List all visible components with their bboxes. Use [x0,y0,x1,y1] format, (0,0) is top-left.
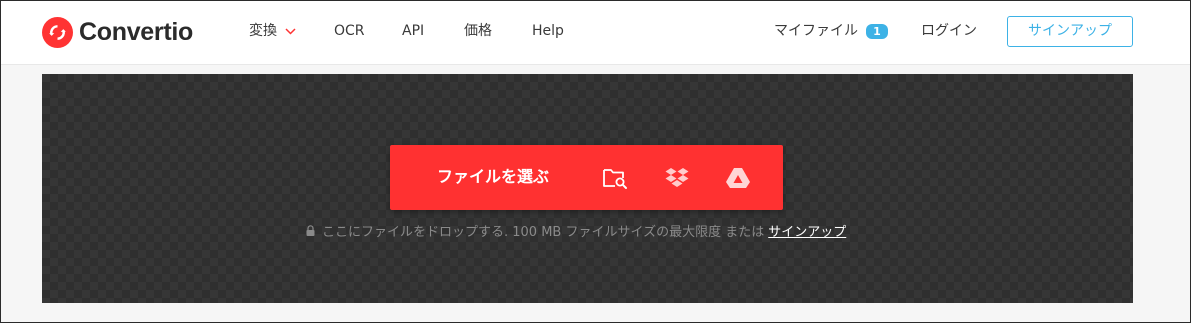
nav-help[interactable]: Help [532,21,564,41]
dropbox-icon[interactable] [664,165,690,191]
convertio-logo[interactable]: Convertio [42,16,193,48]
nav-api[interactable]: API [402,21,424,41]
folder-search-icon[interactable] [602,165,628,191]
login-link[interactable]: ログイン [921,21,977,41]
nav-ocr[interactable]: OCR [334,21,365,41]
choose-files-button[interactable]: ファイルを選ぶ [437,167,549,187]
brand-name: Convertio [79,17,193,46]
nav-pricing[interactable]: 価格 [464,21,492,41]
my-files-label: マイファイル [774,23,858,39]
drop-hint-text: ここにファイルをドロップする. 100 MB ファイルサイズの最大限度 または [322,225,765,240]
top-navbar: Convertio 変換 OCR API 価格 Help マイファイル 1 ログ… [1,1,1190,65]
my-files-count-badge: 1 [866,23,888,39]
hint-signup-link[interactable]: サインアップ [768,224,846,242]
signup-button[interactable]: サインアップ [1007,16,1133,47]
browser-viewport: Convertio 変換 OCR API 価格 Help マイファイル 1 ログ… [0,0,1191,323]
nav-convert[interactable]: 変換 [249,21,296,41]
file-picker-bar: ファイルを選ぶ [390,145,783,210]
nav-convert-label: 変換 [249,23,277,39]
google-drive-icon[interactable] [725,165,751,191]
lock-icon [306,224,315,242]
drop-hint: ここにファイルをドロップする. 100 MB ファイルサイズの最大限度 または … [306,224,846,242]
my-files-link[interactable]: マイファイル 1 [774,21,888,41]
convertio-logo-icon [42,16,73,48]
chevron-down-icon [285,21,296,41]
file-drop-area[interactable]: ファイルを選ぶ ここにファイルをドロップする. 100 MB ファイルサイズの最… [42,74,1133,303]
